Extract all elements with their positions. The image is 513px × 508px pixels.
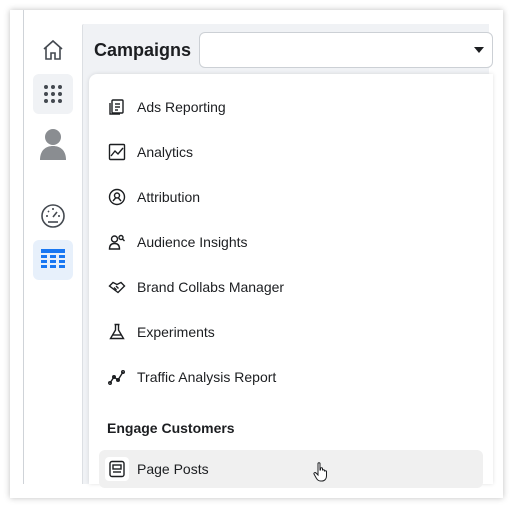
menu-item-label: Experiments (137, 324, 215, 340)
menu-item-attribution[interactable]: Attribution (105, 178, 483, 216)
apps-grid-icon[interactable] (33, 74, 73, 114)
page-title: Campaigns (94, 40, 192, 60)
tools-menu: Ads Reporting Analytics Attribution Audi… (89, 74, 493, 488)
profile-icon[interactable] (33, 124, 73, 164)
menu-item-audience-insights[interactable]: Audience Insights (105, 223, 483, 261)
menu-item-label: Brand Collabs Manager (137, 279, 285, 295)
table-icon[interactable] (33, 240, 73, 280)
campaign-select[interactable] (199, 32, 493, 68)
hand-cursor-icon (313, 462, 329, 487)
attribution-icon (105, 185, 129, 209)
menu-item-page-posts[interactable]: Page Posts (99, 450, 483, 488)
menu-item-traffic-analysis-report[interactable]: Traffic Analysis Report (105, 358, 483, 396)
handshake-icon (105, 275, 129, 299)
flask-icon (105, 320, 129, 344)
menu-item-analytics[interactable]: Analytics (105, 133, 483, 171)
menu-item-label: Traffic Analysis Report (137, 369, 277, 385)
audience-insights-icon (105, 230, 129, 254)
menu-item-label: Audience Insights (137, 234, 248, 250)
section-heading-engage-customers: Engage Customers (107, 420, 235, 436)
caret-down-icon (474, 47, 484, 53)
menu-item-label: Attribution (137, 189, 201, 205)
analytics-icon (105, 140, 129, 164)
menu-item-ads-reporting[interactable]: Ads Reporting (105, 88, 483, 126)
page-posts-icon (105, 457, 129, 481)
nav-rail (24, 10, 82, 484)
menu-item-brand-collabs-manager[interactable]: Brand Collabs Manager (105, 268, 483, 306)
app-window: Campaigns Ads Reporting Analytics Attrib… (10, 10, 503, 498)
gauge-icon[interactable] (33, 196, 73, 236)
menu-item-experiments[interactable]: Experiments (105, 313, 483, 351)
menu-item-label: Analytics (137, 144, 194, 160)
ads-reporting-icon (105, 95, 129, 119)
menu-item-label: Ads Reporting (137, 99, 226, 115)
home-icon[interactable] (33, 30, 73, 70)
traffic-icon (105, 365, 129, 389)
main-content: Campaigns Ads Reporting Analytics Attrib… (82, 24, 493, 488)
menu-item-label: Page Posts (137, 461, 209, 477)
